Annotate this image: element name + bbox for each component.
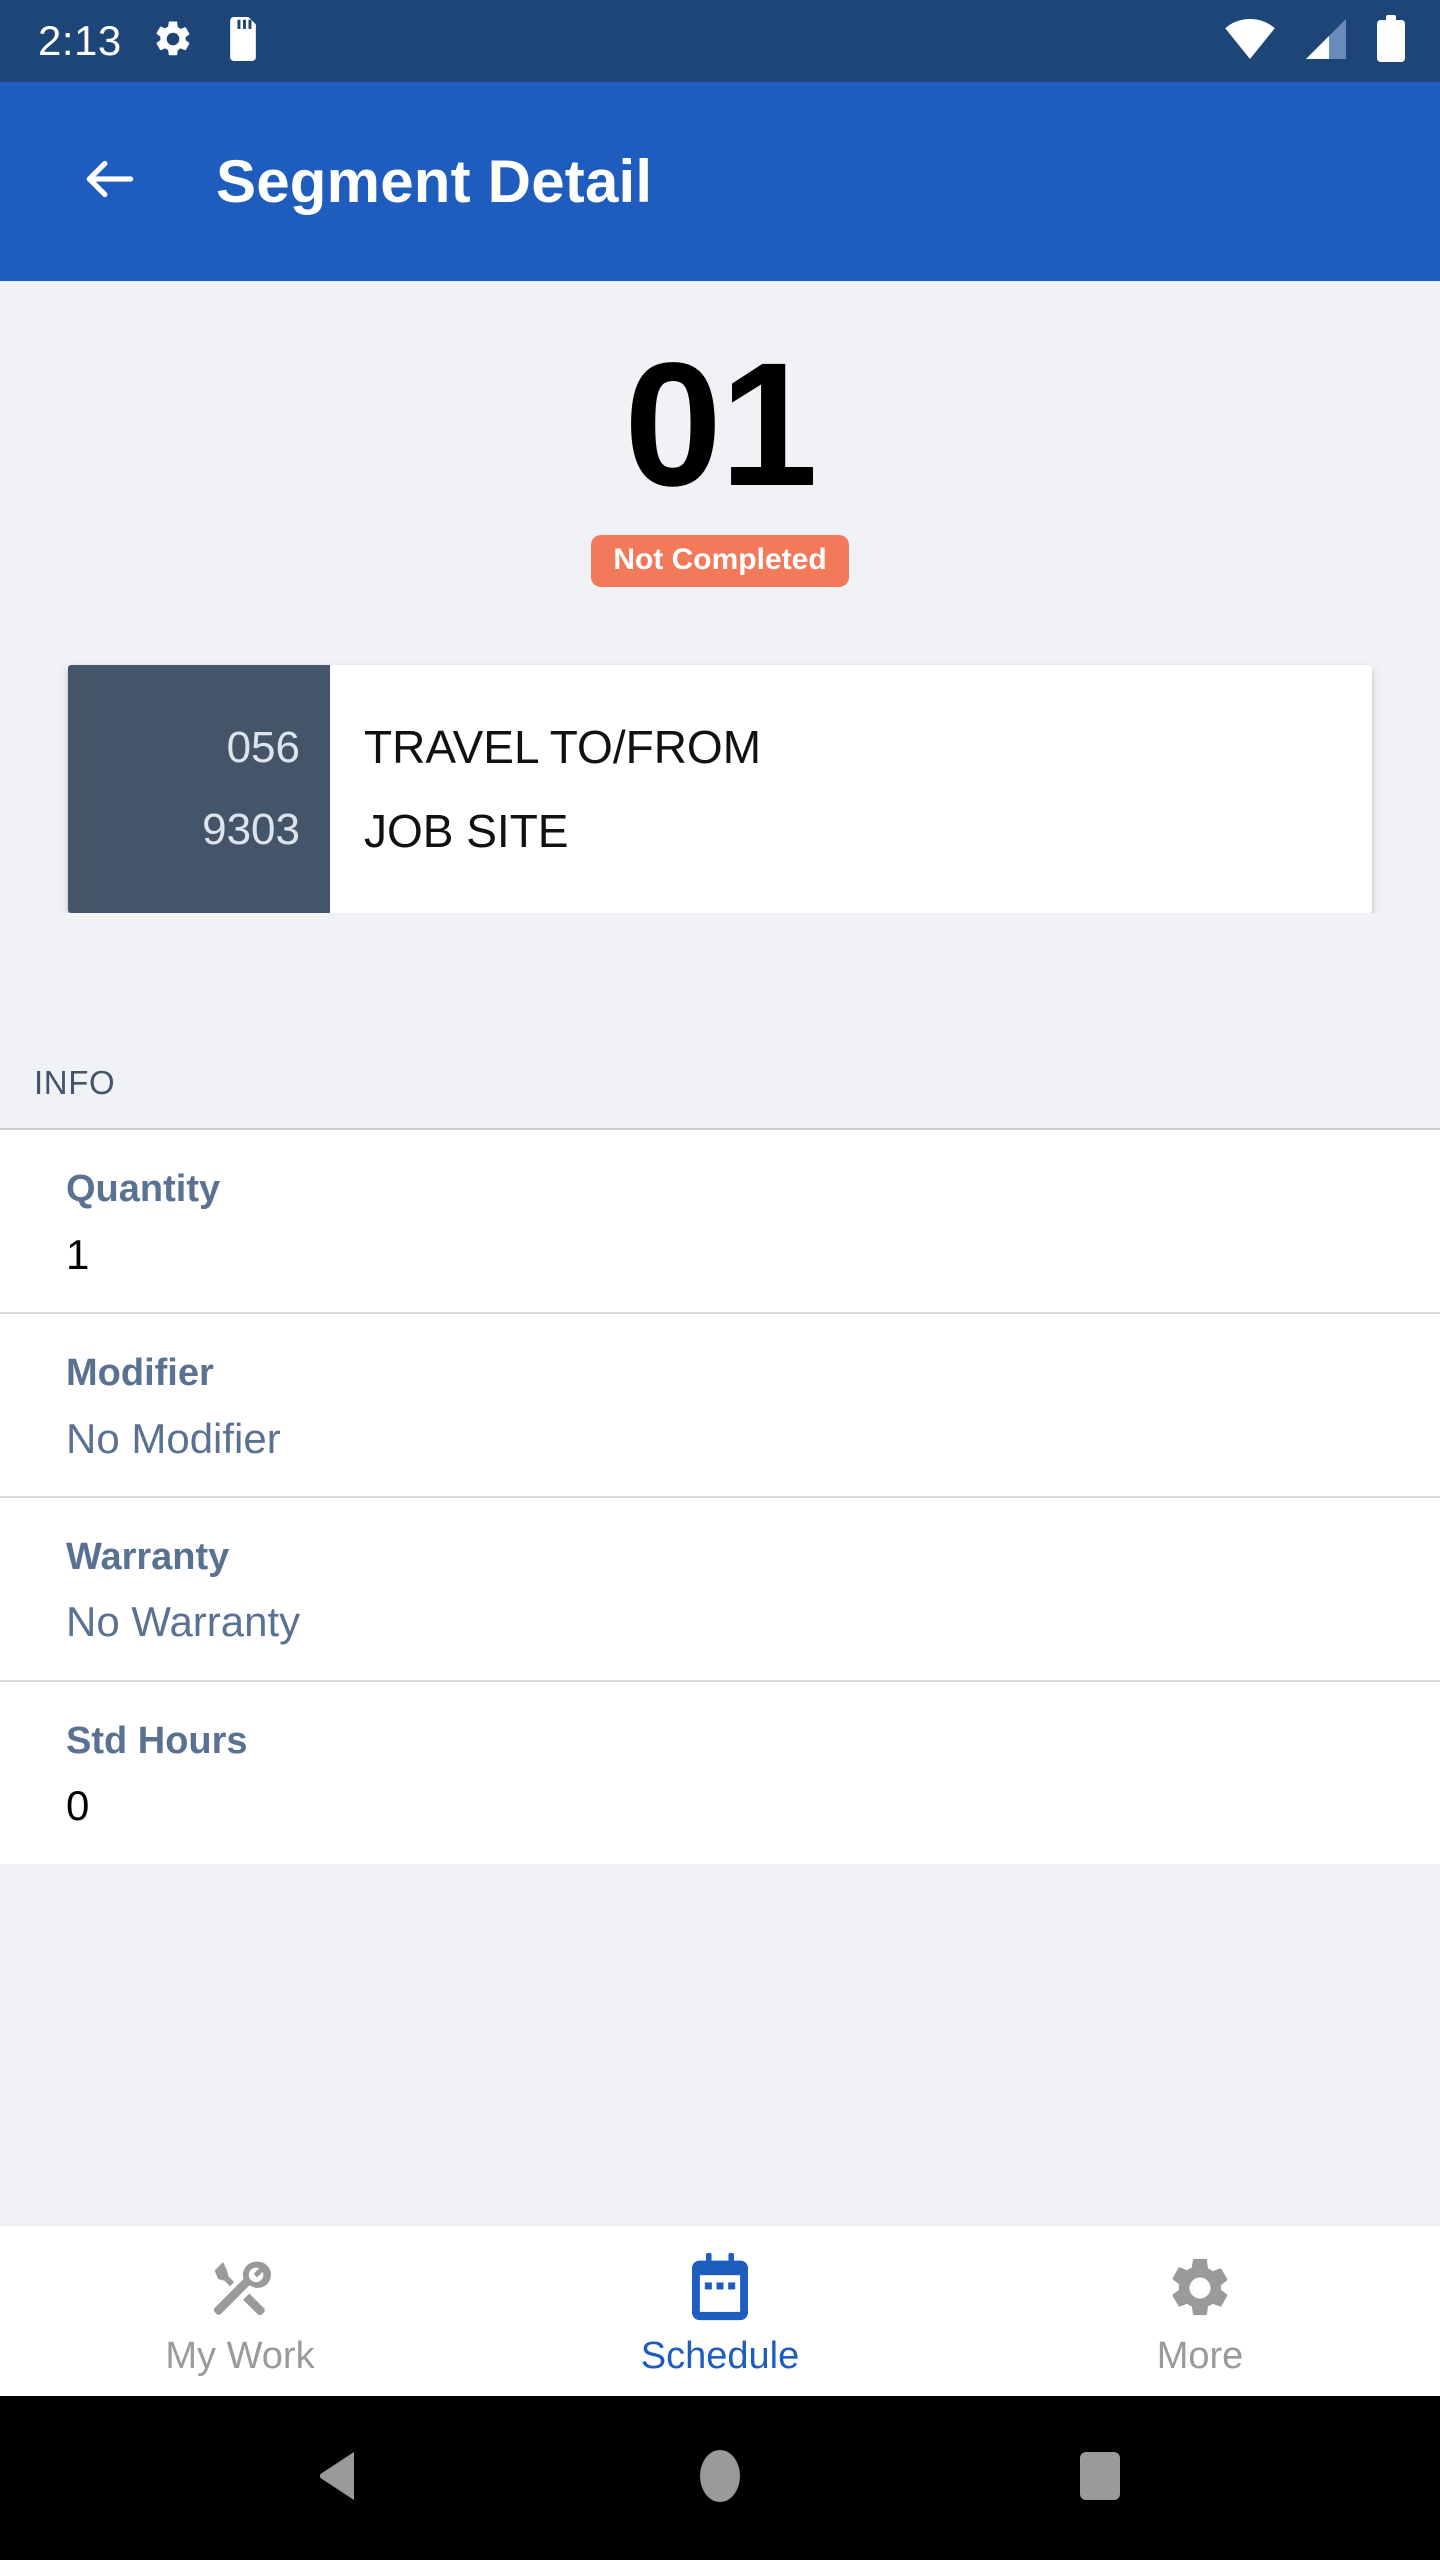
code-card-description-line-1: TRAVEL TO/FROM <box>364 721 762 773</box>
sd-card-icon <box>224 16 262 66</box>
battery-icon <box>1376 14 1406 68</box>
segment-hero: 01 Not Completed <box>0 281 1440 587</box>
nav-item-schedule[interactable]: Schedule <box>480 2226 960 2396</box>
status-bar-clock: 2:13 <box>38 17 122 64</box>
tools-icon <box>205 2247 275 2323</box>
app-bar: Segment Detail <box>0 82 1440 281</box>
page-title: Segment Detail <box>216 147 653 215</box>
status-bar-left: 2:13 <box>38 16 262 66</box>
info-row-quantity[interactable]: Quantity 1 <box>0 1130 1440 1314</box>
gear-icon <box>152 18 194 65</box>
nav-item-my-work[interactable]: My Work <box>0 2226 480 2396</box>
code-card[interactable]: 056 9303 TRAVEL TO/FROM JOB SITE <box>68 665 1372 913</box>
info-label: Std Hours <box>66 1719 248 1762</box>
status-badge-wrapper: Not Completed <box>0 535 1440 587</box>
segment-number: 01 <box>624 327 818 523</box>
phone-screen: 2:13 Segment Detail 01 Not Completed 056… <box>0 0 1440 2560</box>
info-label: Warranty <box>66 1535 230 1578</box>
home-circle-icon <box>698 2449 742 2508</box>
info-section-label: INFO <box>0 913 1440 1128</box>
nav-label: Schedule <box>640 2335 800 2377</box>
recents-square-icon <box>1078 2450 1122 2507</box>
system-home-button[interactable] <box>660 2449 780 2508</box>
calendar-icon <box>687 2247 753 2323</box>
info-row-std-hours[interactable]: Std Hours 0 <box>0 1681 1440 1864</box>
back-triangle-icon <box>314 2448 366 2509</box>
info-list: Quantity 1 Modifier No Modifier Warranty… <box>0 1128 1440 1864</box>
arrow-left-icon <box>79 148 141 215</box>
info-label: Modifier <box>66 1351 214 1394</box>
code-card-codes-panel: 056 9303 <box>68 665 330 913</box>
wifi-icon <box>1224 17 1276 66</box>
status-bar: 2:13 <box>0 0 1440 82</box>
status-badge: Not Completed <box>591 535 849 587</box>
cellular-signal-icon <box>1302 17 1350 66</box>
code-card-description-line-2: JOB SITE <box>364 805 569 857</box>
bottom-navigation: My Work Schedule More <box>0 2224 1440 2396</box>
gear-icon <box>1165 2247 1235 2323</box>
nav-label: My Work <box>165 2335 315 2377</box>
info-label: Quantity <box>66 1168 221 1210</box>
content-area: 01 Not Completed 056 9303 TRAVEL TO/FROM… <box>0 281 1440 2224</box>
code-card-code-secondary: 9303 <box>202 805 300 854</box>
system-recents-button[interactable] <box>1040 2450 1160 2507</box>
status-bar-right <box>1224 14 1406 68</box>
info-row-modifier[interactable]: Modifier No Modifier <box>0 1313 1440 1498</box>
back-button[interactable] <box>62 134 158 230</box>
nav-label: More <box>1156 2335 1244 2377</box>
nav-item-more[interactable]: More <box>960 2226 1440 2396</box>
code-card-wrapper: 056 9303 TRAVEL TO/FROM JOB SITE <box>0 587 1440 913</box>
code-card-code-primary: 056 <box>226 723 300 772</box>
info-value: 1 <box>66 1230 90 1278</box>
info-value: No Modifier <box>66 1414 281 1462</box>
code-card-description-panel: TRAVEL TO/FROM JOB SITE <box>330 665 1372 913</box>
info-row-warranty[interactable]: Warranty No Warranty <box>0 1497 1440 1682</box>
system-navigation-bar <box>0 2396 1440 2560</box>
info-value: 0 <box>66 1782 90 1830</box>
info-value: No Warranty <box>66 1598 301 1646</box>
system-back-button[interactable] <box>280 2448 400 2509</box>
